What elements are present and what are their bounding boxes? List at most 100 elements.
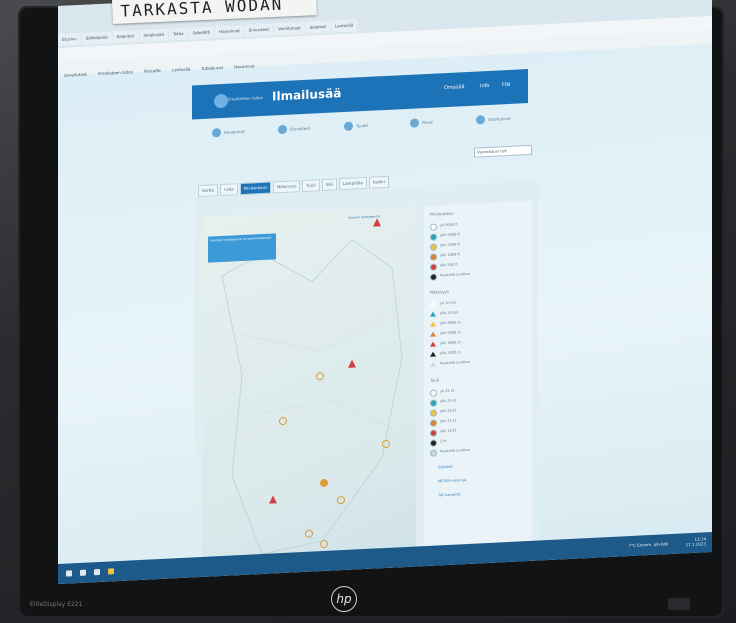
legend-link[interactable]: METAR-sanomat [438,478,466,483]
clock[interactable]: 13:14 17.1.2023 [686,536,706,547]
bookmark-item[interactable]: Lentosää [172,67,190,73]
subtab[interactable]: Lista [220,183,238,197]
marker-triangle-icon[interactable] [268,495,277,505]
header-link-info[interactable]: Info [480,83,489,89]
browser-tab[interactable]: Ennusteet [244,23,274,37]
marker-triangle-icon[interactable] [373,218,382,227]
browser-tab[interactable]: Havainnot [215,24,244,39]
header-link-language[interactable]: FIN [502,82,510,88]
finland-map[interactable]: Suomen lentoasemat ja havaintoasemat Suo… [202,206,416,575]
legend-triangle-icon [430,341,436,347]
marker-triangle-icon[interactable] [347,359,356,368]
subtab[interactable]: Kaikki [368,175,389,189]
legend-marker-icon [430,273,437,281]
subtab[interactable]: Tuuli [302,179,320,193]
power-button[interactable] [668,598,690,610]
legend-item: alle 5000 m [440,330,461,336]
subtab[interactable]: Sää [321,178,338,192]
legend-triangle-icon [430,321,436,327]
legend-marker-icon [430,233,437,241]
taskview-icon[interactable] [94,568,100,576]
legend-triangle-icon [430,361,436,367]
legend-link[interactable]: Selitteet [438,465,453,470]
browser-tab[interactable]: Lentosää [331,19,358,33]
legend-item: alle 20 kt [440,408,457,414]
legend-item: alle 15 kt [440,418,457,424]
legend-marker-icon [430,449,437,457]
legend-item: havainto puuttuu [440,271,471,278]
legend-marker-icon [430,399,437,407]
legend-item: yli 25 kt [440,388,455,394]
bookmark-item[interactable]: Ilmatieteen laitos [98,69,133,76]
monitor-model: EliteDisplay E221 [30,601,83,608]
legend-item: alle 500 ft [440,262,458,268]
browser-tab[interactable]: Salamat [305,20,331,34]
legend-item: alle 8000 m [440,320,461,326]
search-icon[interactable] [80,569,86,576]
legend-item: alle 10 kt [440,428,457,434]
legend-section-title: Tuuli [430,377,440,383]
legend-item: alle 25 kt [440,398,457,404]
folder-icon[interactable] [108,568,114,575]
legend-item: alle 1500 ft [440,242,460,248]
legend-marker-icon [430,419,437,427]
browser-tab[interactable]: Etusivu [58,32,81,46]
map-borders [221,239,403,555]
weather-widget[interactable]: 7°C Enimm. pilvistä [629,541,668,548]
legend-item: havainto puuttuu [440,447,471,454]
legend-marker-icon [430,429,437,437]
nav-icon [212,128,221,138]
legend-item: alle 3000 m [440,340,461,346]
nav-item[interactable]: Pilvet [422,120,433,126]
legend-item: alle 10 km [440,310,459,316]
browser-tab[interactable]: Kalenteri [112,30,139,44]
nav-item[interactable]: Varoitukset [488,116,511,122]
legend-marker-icon [430,253,437,261]
browser-tab[interactable]: Sähköposti [81,31,112,45]
legend-marker-icon [430,409,437,417]
legend-item: 2 kt [440,438,447,444]
bookmark-item[interactable]: Havainnot [234,63,254,69]
map-info-box: Suomen lentoasemat ja havaintoasemat [208,233,276,263]
legend-triangle-icon [430,311,436,317]
hp-logo: hp [331,586,357,612]
legend-panel: Pilvikorkeus yli 5000 ft alle 5000 ft alle … [424,200,532,561]
nav-item[interactable]: Tuulet [356,123,368,129]
legend-link[interactable]: TAF-sanomat [438,492,461,497]
legend-section-title: Pilvikorkeus [430,210,454,217]
nav-icon [410,118,419,128]
header-link-omasaa[interactable]: Omasää [444,84,465,91]
legend-triangle-icon [430,331,436,337]
subtab[interactable]: Kartta [198,184,219,198]
legend-marker-icon [430,439,437,447]
brand-prefix: Ilmatieteen laitos [228,94,263,102]
legend-section-title: Näkyvyys [430,288,450,295]
bookmark-item[interactable]: Sovellukset [64,72,87,78]
nav-icon [278,124,287,135]
legend-item: alle 1000 ft [440,252,460,258]
nav-icon [476,115,485,125]
legend-item: yli 10 km [440,300,457,306]
marker-circle-icon[interactable] [315,371,324,381]
logo-icon [214,93,228,109]
browser-tab[interactable]: Varoitukset [274,21,305,36]
legend-marker-icon [430,223,437,231]
browser-tab[interactable]: Ilmailusää [139,28,168,43]
start-icon[interactable] [66,570,72,577]
browser-tab[interactable]: Tutka [168,27,188,41]
legend-item: havainto puuttuu [440,359,471,366]
site-brand[interactable]: Ilmailusää [272,86,341,103]
bookmark-item[interactable]: Fintraffic [144,68,161,74]
legend-marker-icon [430,263,437,271]
bookmark-item[interactable]: Tutkakuvat [201,65,223,71]
nav-item[interactable]: Havainnot [224,129,244,135]
legend-marker-icon [430,243,437,251]
time-select[interactable]: Vuorokausi nyt [474,144,532,158]
legend-item: alle 5000 ft [440,232,460,238]
nav-icon [344,121,353,132]
content-area: Suomen lentoasemat ja havaintoasemat Suo… [194,180,538,576]
legend-item: yli 5000 ft [440,222,458,228]
legend-triangle-icon [430,301,436,307]
browser-tab[interactable]: Satelliitti [188,26,215,40]
nav-item[interactable]: Ennusteet [290,126,310,132]
